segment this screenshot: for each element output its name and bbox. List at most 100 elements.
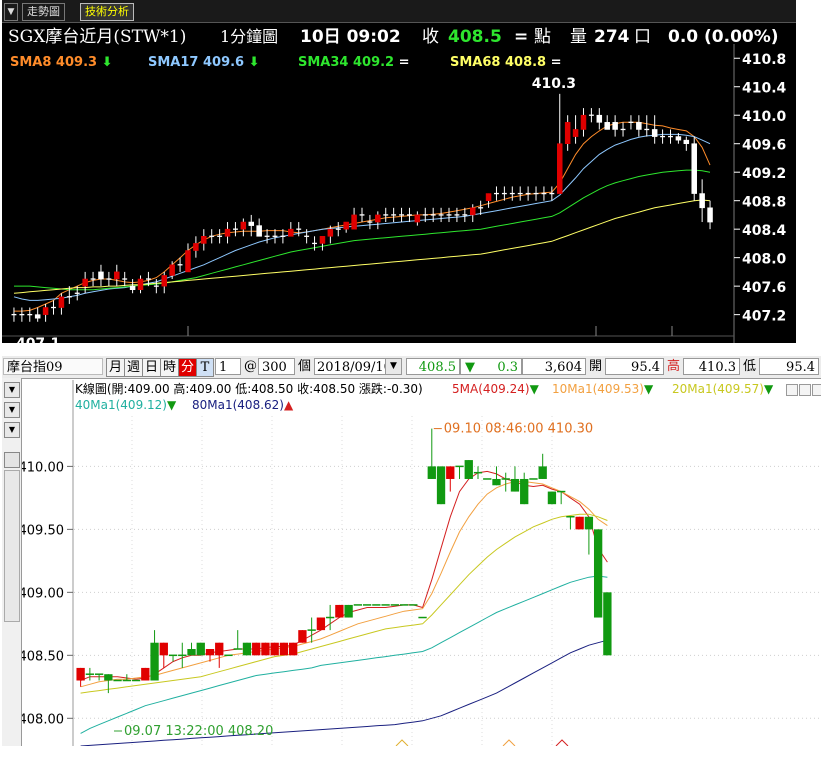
ma80-legend: 80Ma1(408.62)▲ — [192, 397, 293, 413]
candle-body — [58, 296, 65, 308]
candle-body — [196, 642, 205, 656]
candle-body — [557, 143, 563, 194]
ma20-down-arrow-icon: ▼ — [763, 382, 774, 396]
candle-body — [375, 214, 381, 223]
restore-icon[interactable] — [786, 384, 798, 396]
sma34-flat-sign: = — [398, 55, 410, 70]
candle-body — [248, 221, 255, 226]
symbol-field[interactable]: 摩台指09 — [3, 358, 103, 375]
side-scrollbar[interactable] — [4, 470, 20, 622]
candle-body — [636, 122, 642, 130]
top-quote-header: SGX摩台近月(STW*1) 1分鐘圖 10日 09:02 收 408.5 = … — [8, 24, 796, 50]
y-tick-label: 408.50 — [19, 649, 65, 664]
candle-body — [584, 516, 594, 530]
y-tick-label: 408.0 — [742, 252, 787, 268]
period-tick-button[interactable]: T — [196, 358, 214, 377]
close-label: 收 — [422, 27, 439, 47]
high-value: 410.3 — [683, 358, 740, 375]
bottom-chart-panel: 410.00 409.50 409.00 408.50 408.00 09.10 08:4… — [2, 356, 821, 746]
candle-body — [547, 491, 557, 505]
period-week-button[interactable]: 週 — [124, 358, 143, 377]
date-select[interactable]: 2018/09/10 ▼ — [314, 358, 402, 375]
candle-body — [691, 143, 697, 194]
period-hour-button[interactable]: 時 — [160, 358, 179, 377]
maximize-icon[interactable] — [799, 384, 811, 396]
y-tick-label: 410.4 — [742, 81, 787, 97]
tab-menu-arrow-button[interactable]: ▼ — [4, 3, 18, 21]
sma68-flat-sign: = — [550, 55, 562, 70]
period-month-button[interactable]: 月 — [106, 358, 125, 377]
top-chart-panel: 410.8 410.4 410.0 409.6 409.2 408.8 408.4 408.0… — [2, 0, 796, 343]
candle-body — [42, 307, 49, 315]
side-scroll-down-icon[interactable]: ▼ — [4, 382, 20, 398]
chart-toolbar: 摩台指09 月 週 日 時 分 T 1 @ 300 個 2018/09/10 ▼… — [2, 356, 821, 379]
low-value: 95.4 — [759, 358, 819, 375]
side-scroll-down-icon-3[interactable]: ▼ — [4, 422, 20, 438]
left-side-strip: ▼ ▼ ▼ — [2, 378, 22, 746]
candle-body — [344, 604, 353, 618]
candle-body — [612, 122, 618, 130]
candle-body — [185, 250, 191, 273]
side-scroll-down-icon-2[interactable]: ▼ — [4, 402, 20, 418]
at-label: @ — [244, 359, 257, 374]
sma34-label: SMA34 409.2 — [298, 55, 395, 70]
candle-body — [316, 617, 326, 631]
chevron-down-icon[interactable]: ▼ — [385, 359, 401, 374]
candle-body — [114, 271, 120, 280]
candle-body — [520, 478, 529, 505]
candle-body — [319, 235, 326, 244]
ma20-legend: 20Ma1(409.57)▼ — [672, 381, 773, 397]
candle-body — [538, 466, 547, 479]
ma40-down-arrow-icon: ▼ — [166, 398, 177, 412]
candle-body — [446, 466, 455, 479]
candle-body — [150, 642, 159, 681]
sma68-value: SMA68 408.8 = — [450, 54, 562, 72]
signal-marker-icon — [395, 739, 409, 746]
ma80-up-arrow-icon: ▲ — [283, 398, 294, 412]
sma17-down-arrow-icon: ⬇ — [248, 55, 260, 70]
high-price-label: 410.3 — [532, 76, 576, 92]
count-input[interactable]: 300 — [258, 358, 295, 375]
symbol-name: SGX摩台近月(STW*1) — [8, 27, 187, 47]
sma8-down-arrow-icon: ⬇ — [101, 55, 113, 70]
sma68-label: SMA68 408.8 — [450, 55, 547, 70]
top-tab-bar: ▼ 走勢圖 技術分析 — [2, 0, 796, 23]
sma34-value: SMA34 409.2 = — [298, 54, 410, 72]
candle-body — [76, 667, 85, 681]
bottom-candlestick-chart: 410.00 409.50 409.00 408.50 408.00 09.10 08:4… — [19, 380, 821, 746]
unit-label: 口 — [634, 27, 651, 47]
candle-body — [427, 466, 436, 479]
last-price-field: 408.5 — [406, 358, 460, 375]
ma5-legend: 5MA(409.24)▼ — [452, 381, 539, 397]
candle-body — [252, 642, 261, 656]
candle-body — [270, 642, 279, 656]
ma20-label: 20Ma1(409.57) — [672, 382, 764, 396]
point-label: 點 — [534, 27, 551, 47]
top-candlestick-chart: 410.8 410.4 410.0 409.6 409.2 408.8 408.4 408.0… — [2, 44, 787, 343]
tab-technical-analysis[interactable]: 技術分析 — [80, 3, 134, 21]
period-day-button[interactable]: 日 — [142, 358, 161, 377]
side-panel-button[interactable] — [4, 452, 20, 468]
tab-trend-chart[interactable]: 走勢圖 — [22, 3, 65, 21]
y-tick-label: 409.6 — [742, 138, 786, 154]
interval-label: 1分鐘圖 — [220, 27, 279, 46]
ma10-label: 10Ma1(409.53) — [552, 382, 644, 396]
y-tick-label: 408.4 — [742, 223, 787, 239]
y-tick-label: 408.00 — [19, 712, 65, 727]
close-value: 408.5 — [448, 27, 502, 47]
y-tick-label: 407.2 — [742, 309, 786, 325]
sma17-label: SMA17 409.6 — [148, 55, 245, 70]
sma8-value: SMA8 409.3 ⬇ — [10, 54, 113, 72]
period-minute-button[interactable]: 分 — [178, 358, 197, 377]
low-annotation: 09.07 13:22:00 408.20 — [124, 724, 273, 739]
high-label: 高 — [667, 359, 681, 374]
candle-body — [161, 275, 167, 287]
ma10-down-arrow-icon: ▼ — [643, 382, 654, 396]
y-tick-label: 409.50 — [19, 523, 65, 538]
close-icon[interactable] — [812, 384, 821, 396]
candle-body — [485, 193, 492, 201]
candle-body — [129, 285, 136, 291]
change-value: 0.3 — [497, 360, 518, 375]
ma40-legend: 40Ma1(409.12)▼ — [75, 397, 176, 413]
minutes-input[interactable]: 1 — [215, 358, 241, 375]
